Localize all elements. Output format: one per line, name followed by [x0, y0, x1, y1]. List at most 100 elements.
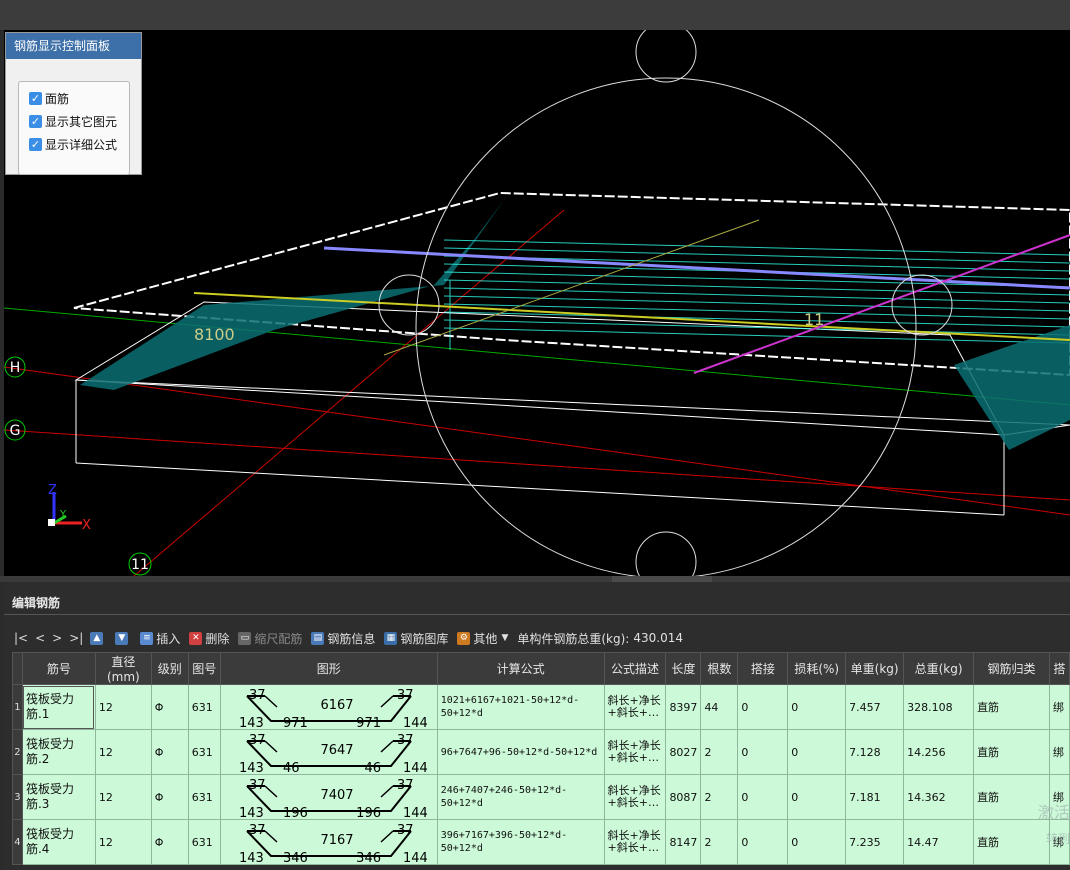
figure-number-cell[interactable]: 631 — [187, 729, 221, 775]
shape-dim-top-left: 37 — [249, 823, 266, 838]
checkbox-icon[interactable]: ✓ — [29, 115, 42, 128]
figure-number-cell[interactable]: 631 — [187, 819, 221, 865]
column-header[interactable]: 钢筋归类 — [973, 652, 1050, 685]
lap-cell[interactable]: 0 — [737, 774, 789, 820]
total-weight-cell[interactable]: 14.256 — [903, 729, 975, 775]
column-header[interactable]: 图形 — [219, 652, 438, 685]
formula-cell[interactable]: 246+7407+246-50+12*d-50+12*d — [436, 774, 605, 820]
grade-cell[interactable]: Φ — [150, 684, 189, 730]
formula-cell[interactable]: 96+7647+96-50+12*d-50+12*d — [436, 729, 605, 775]
rebar-name-cell[interactable]: 筏板受力筋.1 — [21, 684, 96, 730]
option-show-detailed-formula[interactable]: ✓ 显示详细公式 — [29, 136, 117, 153]
column-header[interactable]: 长度 — [665, 652, 702, 685]
diameter-cell[interactable]: 12 — [94, 819, 152, 865]
table-row[interactable]: 3 筏板受力筋.3 12 Φ 631 37 37 7407 143 144 19… — [12, 774, 1070, 820]
loss-cell[interactable]: 0 — [787, 774, 847, 820]
column-header[interactable]: 公式描述 — [603, 652, 667, 685]
column-header[interactable]: 根数 — [700, 652, 739, 685]
column-header[interactable]: 直径(mm) — [94, 652, 152, 685]
other-dropdown[interactable]: ⚙ 其他 ▼ — [457, 630, 508, 647]
rebar-library-button[interactable]: ▦ 钢筋图库 — [384, 630, 448, 647]
column-header[interactable]: 计算公式 — [436, 652, 605, 685]
lap-cell[interactable]: 0 — [737, 729, 789, 775]
rebar-name-cell[interactable]: 筏板受力筋.2 — [21, 729, 96, 775]
formula-description-cell[interactable]: 斜长+净长+斜长+… — [603, 819, 667, 865]
formula-description-cell[interactable]: 斜长+净长+斜长+… — [603, 729, 667, 775]
move-down-button[interactable]: ▼ — [115, 631, 131, 645]
rebar-info-button[interactable]: ▤ 钢筋信息 — [311, 630, 375, 647]
lap-type-cell[interactable]: 绑 — [1048, 729, 1070, 775]
column-header[interactable]: 图号 — [187, 652, 221, 685]
length-cell[interactable]: 8087 — [665, 774, 702, 820]
prev-record-button[interactable]: < — [35, 631, 45, 645]
count-cell[interactable]: 44 — [700, 684, 739, 730]
lap-cell[interactable]: 0 — [737, 684, 789, 730]
column-header[interactable]: 搭 — [1048, 652, 1070, 685]
shape-cell[interactable]: 37 37 6167 143 144 971 971 — [219, 684, 438, 730]
formula-description-cell[interactable]: 斜长+净长+斜长+… — [603, 774, 667, 820]
diameter-cell[interactable]: 12 — [94, 729, 152, 775]
column-header[interactable]: 级别 — [150, 652, 189, 685]
unit-weight-cell[interactable]: 7.457 — [845, 684, 905, 730]
column-header[interactable]: 单重(kg) — [845, 652, 905, 685]
length-cell[interactable]: 8397 — [665, 684, 702, 730]
figure-number-cell[interactable]: 631 — [187, 774, 221, 820]
axis-label-h: H — [10, 360, 21, 376]
unit-weight-cell[interactable]: 7.181 — [845, 774, 905, 820]
grade-cell[interactable]: Φ — [150, 729, 189, 775]
formula-cell[interactable]: 1021+6167+1021-50+12*d-50+12*d — [436, 684, 605, 730]
count-cell[interactable]: 2 — [700, 729, 739, 775]
last-record-button[interactable]: >| — [69, 631, 83, 645]
shape-cell[interactable]: 37 37 7407 143 144 196 196 — [219, 774, 438, 820]
diameter-cell[interactable]: 12 — [94, 774, 152, 820]
axis-label-11: 11 — [131, 557, 149, 573]
rebar-info-label: 钢筋信息 — [327, 631, 376, 646]
scale-rebar-button[interactable]: ▭ 缩尺配筋 — [238, 630, 302, 647]
3d-viewport[interactable]: H G 11 8100 11 Z X Y — [4, 30, 1070, 576]
column-header[interactable]: 损耗(%) — [787, 652, 847, 685]
rebar-category-cell[interactable]: 直筋 — [973, 729, 1050, 775]
length-cell[interactable]: 8027 — [665, 729, 702, 775]
column-header[interactable]: 总重(kg) — [903, 652, 975, 685]
rebar-name-cell[interactable]: 筏板受力筋.4 — [21, 819, 96, 865]
loss-cell[interactable]: 0 — [787, 819, 847, 865]
option-show-other-elements[interactable]: ✓ 显示其它图元 — [29, 113, 117, 130]
formula-description-cell[interactable]: 斜长+净长+斜长+… — [603, 684, 667, 730]
rebar-category-cell[interactable]: 直筋 — [973, 684, 1050, 730]
grade-cell[interactable]: Φ — [150, 819, 189, 865]
delete-button[interactable]: ✕ 删除 — [189, 630, 229, 647]
rebar-name-cell[interactable]: 筏板受力筋.3 — [21, 774, 96, 820]
table-row[interactable]: 2 筏板受力筋.2 12 Φ 631 37 37 7647 143 144 46… — [12, 729, 1070, 775]
checkbox-icon[interactable]: ✓ — [29, 138, 42, 151]
total-weight-cell[interactable]: 14.47 — [903, 819, 975, 865]
diameter-cell[interactable]: 12 — [94, 684, 152, 730]
loss-cell[interactable]: 0 — [787, 684, 847, 730]
length-cell[interactable]: 8147 — [665, 819, 702, 865]
option-face-rebar[interactable]: ✓ 面筋 — [29, 90, 69, 107]
insert-button[interactable]: ≡ 插入 — [140, 630, 180, 647]
formula-cell[interactable]: 396+7167+396-50+12*d-50+12*d — [436, 819, 605, 865]
count-cell[interactable]: 2 — [700, 819, 739, 865]
move-up-button[interactable]: ▲ — [90, 631, 106, 645]
lap-type-cell[interactable]: 绑 — [1048, 684, 1070, 730]
count-cell[interactable]: 2 — [700, 774, 739, 820]
shape-cell[interactable]: 37 37 7647 143 144 46 46 — [219, 729, 438, 775]
column-header[interactable]: 搭接 — [737, 652, 789, 685]
unit-weight-cell[interactable]: 7.235 — [845, 819, 905, 865]
table-row[interactable]: 1 筏板受力筋.1 12 Φ 631 37 37 6167 143 144 97… — [12, 684, 1070, 730]
first-record-button[interactable]: |< — [14, 631, 28, 645]
loss-cell[interactable]: 0 — [787, 729, 847, 775]
figure-number-cell[interactable]: 631 — [187, 684, 221, 730]
total-weight-cell[interactable]: 328.108 — [903, 684, 975, 730]
next-record-button[interactable]: > — [52, 631, 62, 645]
column-header[interactable]: 筋号 — [21, 652, 96, 685]
table-row[interactable]: 4 筏板受力筋.4 12 Φ 631 37 37 7167 143 144 34… — [12, 819, 1070, 865]
other-label: 其他 — [473, 631, 498, 646]
checkbox-icon[interactable]: ✓ — [29, 92, 42, 105]
total-weight-cell[interactable]: 14.362 — [903, 774, 975, 820]
unit-weight-cell[interactable]: 7.128 — [845, 729, 905, 775]
shape-cell[interactable]: 37 37 7167 143 144 346 346 — [219, 819, 438, 865]
lap-cell[interactable]: 0 — [737, 819, 789, 865]
grade-cell[interactable]: Φ — [150, 774, 189, 820]
rebar-category-cell[interactable]: 直筋 — [973, 819, 1050, 865]
